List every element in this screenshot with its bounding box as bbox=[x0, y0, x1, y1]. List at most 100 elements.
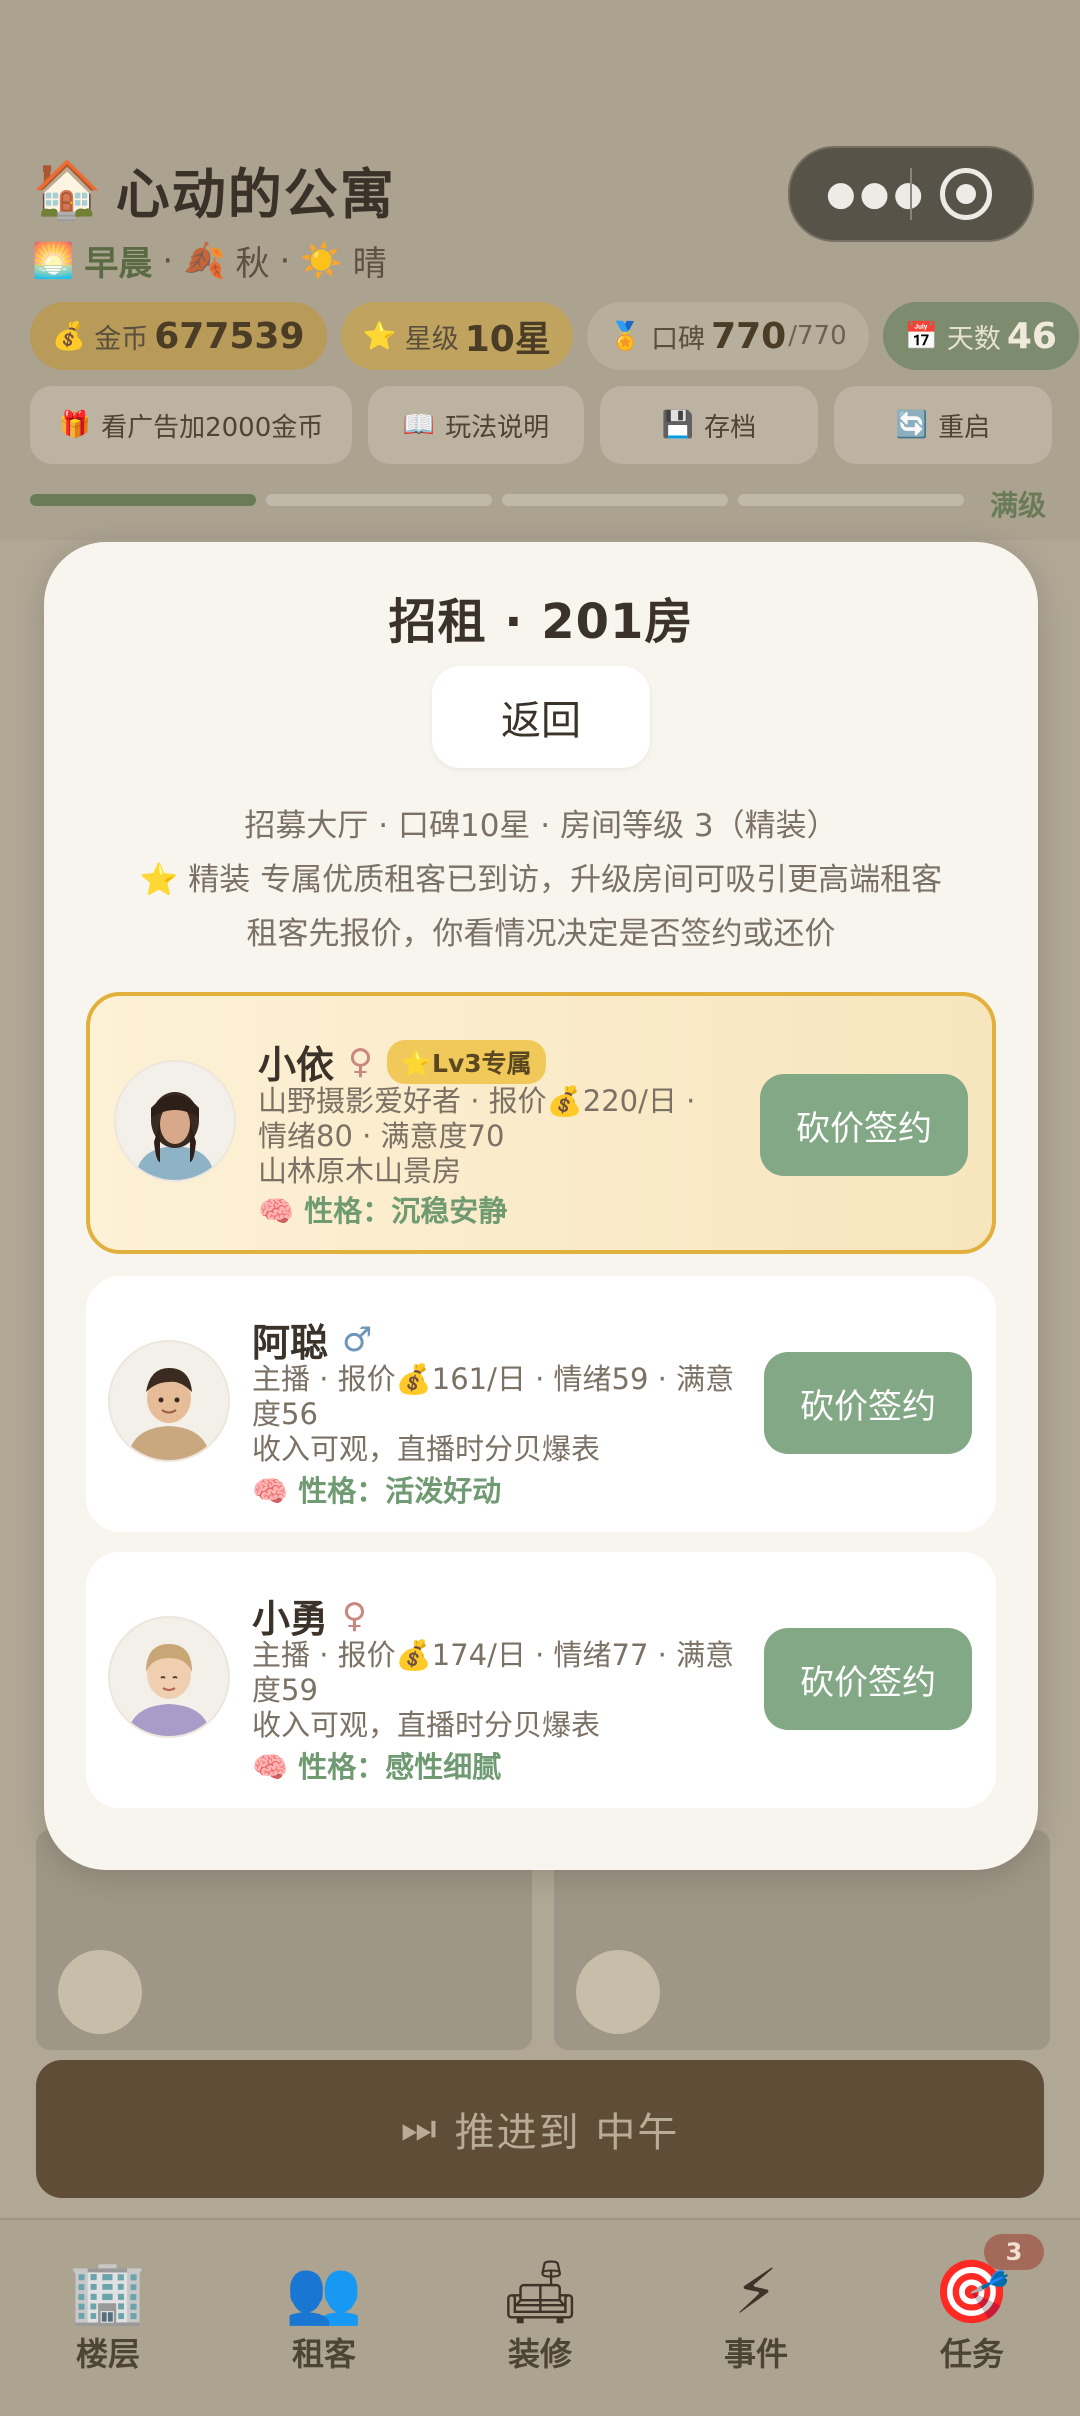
gold-value: 677539 bbox=[154, 315, 305, 357]
people-icon: 👥 bbox=[285, 2255, 363, 2328]
rep-label: 口碑 bbox=[651, 323, 706, 355]
bargain-sign-button[interactable]: 砍价签约 bbox=[764, 1628, 972, 1730]
bottom-tab-bar: 🏢 楼层 👥 租客 🛋 装修 ⚡ 事件 🎯 任务 3 bbox=[0, 2218, 1080, 2416]
male-avatar-icon bbox=[110, 1342, 228, 1460]
tenant-card: 小勇 ♀ 主播 · 报价💰174/日 · 情绪77 · 满意 度59 收入可观，… bbox=[86, 1552, 996, 1808]
female-avatar-icon bbox=[116, 1062, 234, 1180]
tenant-name-row: 小依 ♀ ⭐Lv3专属 bbox=[258, 1034, 546, 1089]
tenant-desc-line3: 收入可观，直播时分贝爆表 bbox=[252, 1432, 601, 1466]
days-label: 天数 bbox=[946, 323, 1001, 355]
progress-segment bbox=[266, 494, 492, 506]
progress-segment bbox=[30, 494, 256, 506]
money-bag-icon: 💰 bbox=[52, 321, 86, 352]
tenant-avatar bbox=[576, 1950, 660, 2034]
tab-label: 装修 bbox=[507, 2335, 572, 2373]
action-row: 🎁 看广告加2000金币 📖 玩法说明 💾 存档 🔄 重启 bbox=[30, 386, 1052, 464]
tenant-name-row: 阿聪 ♂ bbox=[252, 1312, 373, 1367]
female-icon: ♀ bbox=[342, 1595, 367, 1636]
back-button[interactable]: 返回 bbox=[432, 666, 650, 768]
tenant-avatar bbox=[110, 1342, 228, 1460]
tab-tasks[interactable]: 🎯 任务 3 bbox=[864, 2220, 1080, 2416]
tenant-description: 主播 · 报价💰161/日 · 情绪59 · 满意 度56 收入可观，直播时分贝… bbox=[252, 1362, 762, 1467]
rep-max: /770 bbox=[788, 321, 847, 351]
capsule-divider bbox=[910, 168, 912, 220]
male-icon: ♂ bbox=[342, 1319, 373, 1360]
exclusive-badge: ⭐Lv3专属 bbox=[386, 1039, 546, 1084]
modal-title: 招租 · 201房 bbox=[388, 594, 694, 650]
tenant-desc-line3: 收入可观，直播时分贝爆表 bbox=[252, 1708, 601, 1742]
progress-segment bbox=[738, 494, 964, 506]
tenant-name: 小勇 bbox=[252, 1597, 329, 1641]
premium-notice-line: ⭐ 精装 专属优质租客已到访，升级房间可吸引更高端租客 bbox=[139, 862, 943, 898]
star-label: 星级 bbox=[404, 323, 459, 355]
miniprogram-capsule: ●●● bbox=[788, 146, 1034, 242]
tenant-name: 小依 bbox=[258, 1043, 335, 1087]
time-weather-row: 🌅 早晨 · 🍂 秋 · ☀️ 晴 bbox=[32, 236, 387, 285]
house-icon: 🏠 bbox=[32, 157, 102, 223]
tenant-desc-line1: 山野摄影爱好者 · 报价💰220/日 · bbox=[258, 1084, 696, 1118]
target-icon: 🎯 bbox=[933, 2255, 1011, 2328]
refresh-icon: 🔄 bbox=[895, 410, 929, 440]
tab-label: 事件 bbox=[723, 2335, 788, 2373]
tab-label: 楼层 bbox=[75, 2335, 140, 2373]
watch-ad-button[interactable]: 🎁 看广告加2000金币 bbox=[30, 386, 352, 464]
room-info-line: 招募大厅 · 口碑10星 · 房间等级 3（精装） bbox=[244, 808, 838, 844]
save-label: 存档 bbox=[704, 412, 757, 443]
tab-events[interactable]: ⚡ 事件 bbox=[648, 2220, 864, 2416]
guide-button[interactable]: 📖 玩法说明 bbox=[368, 386, 584, 464]
weather: 晴 bbox=[352, 244, 387, 284]
level-progress bbox=[30, 494, 964, 506]
star-icon: ⭐ bbox=[362, 321, 397, 352]
tab-floors[interactable]: 🏢 楼层 bbox=[0, 2220, 216, 2416]
days-value: 46 bbox=[1006, 315, 1057, 357]
tenant-avatar bbox=[116, 1062, 234, 1180]
reputation-stat: 🏅 口碑 770/770 bbox=[586, 302, 869, 370]
advance-label: 推进到 中午 bbox=[454, 2110, 680, 2156]
recruit-modal: 招租 · 201房 返回 招募大厅 · 口碑10星 · 房间等级 3（精装） ⭐… bbox=[44, 542, 1038, 1870]
sun-icon: ☀️ bbox=[300, 240, 343, 281]
save-button[interactable]: 💾 存档 bbox=[600, 386, 818, 464]
max-level-label: 满级 bbox=[990, 489, 1047, 522]
tenant-trait: 🧠 性格：感性细腻 bbox=[252, 1750, 502, 1784]
season: 秋 bbox=[235, 244, 270, 284]
fast-forward-icon: ⏭ bbox=[400, 2106, 439, 2152]
task-count-badge: 3 bbox=[984, 2234, 1044, 2270]
leaf-icon: 🍂 bbox=[183, 240, 226, 281]
progress-segment bbox=[502, 494, 728, 506]
star-stat: ⭐ 星级 10星 bbox=[340, 302, 573, 370]
separator: · bbox=[162, 240, 174, 281]
tenant-avatar bbox=[58, 1950, 142, 2034]
watch-ad-label: 看广告加2000金币 bbox=[101, 412, 324, 443]
bargain-sign-button[interactable]: 砍价签约 bbox=[760, 1074, 968, 1176]
app-title-row: 🏠 心动的公寓 bbox=[32, 150, 396, 229]
medal-icon: 🏅 bbox=[608, 321, 643, 352]
instruction-line: 租客先报价，你看情况决定是否签约或还价 bbox=[246, 916, 836, 952]
tenant-card-featured: 小依 ♀ ⭐Lv3专属 山野摄影爱好者 · 报价💰220/日 · 情绪80 · … bbox=[86, 992, 996, 1254]
gold-stat: 💰 金币 677539 bbox=[30, 302, 327, 370]
male-avatar-icon bbox=[110, 1618, 228, 1736]
restart-button[interactable]: 🔄 重启 bbox=[834, 386, 1052, 464]
tenant-trait: 🧠 性格：活泼好动 bbox=[252, 1474, 502, 1508]
tab-decorate[interactable]: 🛋 装修 bbox=[432, 2220, 648, 2416]
tenant-description: 主播 · 报价💰174/日 · 情绪77 · 满意 度59 收入可观，直播时分贝… bbox=[252, 1638, 762, 1743]
gold-label: 金币 bbox=[94, 323, 149, 355]
close-miniprogram-icon[interactable] bbox=[940, 168, 992, 220]
bargain-sign-button[interactable]: 砍价签约 bbox=[764, 1352, 972, 1454]
calendar-icon: 📅 bbox=[904, 321, 939, 352]
stats-row: 💰 金币 677539 ⭐ 星级 10星 🏅 口碑 770/770 📅 天数 46 bbox=[30, 302, 1079, 370]
tenant-desc-line1: 主播 · 报价💰174/日 · 情绪77 · 满意 bbox=[252, 1638, 735, 1672]
tenant-desc-line2: 度56 bbox=[252, 1397, 318, 1431]
tenant-trait: 🧠 性格：沉稳安静 bbox=[258, 1194, 508, 1228]
sunrise-icon: 🌅 bbox=[32, 240, 75, 281]
tab-tenants[interactable]: 👥 租客 bbox=[216, 2220, 432, 2416]
lightning-icon: ⚡ bbox=[734, 2255, 778, 2328]
building-icon: 🏢 bbox=[69, 2255, 147, 2328]
female-icon: ♀ bbox=[348, 1041, 373, 1082]
advance-time-button[interactable]: ⏭ 推进到 中午 bbox=[36, 2060, 1044, 2198]
guide-label: 玩法说明 bbox=[445, 412, 550, 443]
tenant-card: 阿聪 ♂ 主播 · 报价💰161/日 · 情绪59 · 满意 度56 收入可观，… bbox=[86, 1276, 996, 1532]
book-icon: 📖 bbox=[402, 410, 436, 440]
tenant-desc-line3: 山林原木山景房 bbox=[258, 1154, 462, 1188]
floppy-icon: 💾 bbox=[661, 410, 695, 440]
header: 🏠 心动的公寓 🌅 早晨 · 🍂 秋 · ☀️ 晴 ●●● 💰 金币 677539… bbox=[0, 0, 1080, 540]
